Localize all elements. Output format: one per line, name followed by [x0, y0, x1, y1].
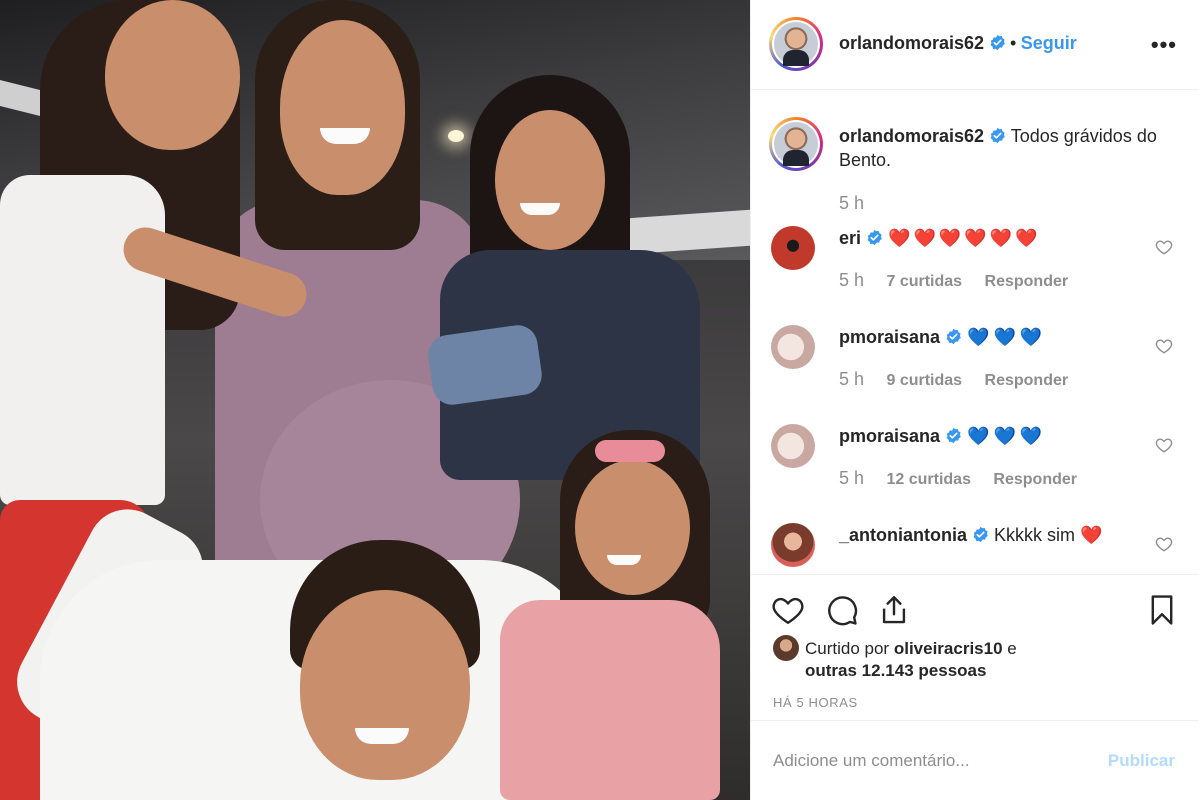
commenter-avatar[interactable]: [771, 523, 815, 567]
photo-figure-face: [575, 460, 690, 595]
comment-like-count[interactable]: 12 curtidas: [886, 471, 970, 488]
verified-badge-icon: [946, 427, 961, 444]
comment-reply-button[interactable]: Responder: [985, 273, 1069, 290]
commenter-avatar[interactable]: [771, 226, 815, 270]
verified-badge-icon: [973, 526, 988, 543]
comment-input[interactable]: Adicione um comentário...: [773, 751, 970, 771]
comment-body: pmoraisana 💙💙💙: [839, 424, 1046, 448]
bookmark-icon[interactable]: [1145, 593, 1179, 627]
caption-row: orlandomorais62 Todos grávidos do Bento.…: [751, 117, 1199, 227]
photo-figure-dress: [500, 600, 720, 800]
verified-badge-icon: [990, 34, 1005, 51]
comment-bubble-icon[interactable]: [825, 593, 859, 627]
photo-figure-smile: [520, 203, 560, 215]
comment-like-heart-icon[interactable]: [1155, 337, 1173, 355]
photo-figure-face: [280, 20, 405, 195]
verified-badge-icon: [990, 127, 1005, 144]
caption-author-username[interactable]: orlandomorais62: [839, 126, 984, 146]
comment-body: _antoniantonia Kkkkk sim ❤️: [839, 523, 1102, 547]
photo-figure-hair-bow: [595, 440, 665, 462]
commenter-username[interactable]: eri: [839, 228, 861, 248]
comment-like-heart-icon[interactable]: [1155, 535, 1173, 553]
comment-timestamp[interactable]: 5 h: [839, 468, 864, 488]
commenter-avatar[interactable]: [771, 325, 815, 369]
header-separator: •: [1009, 33, 1017, 53]
comment-row: _antoniantonia Kkkkk sim ❤️: [751, 523, 1199, 574]
caption-text-block: orlandomorais62 Todos grávidos do Bento.: [839, 124, 1184, 172]
author-avatar[interactable]: [769, 17, 823, 71]
comment-reply-button[interactable]: Responder: [985, 372, 1069, 389]
photo-figure-face: [495, 110, 605, 250]
post-side-panel: orlandomorais62 • Seguir ••• orlandomora…: [750, 0, 1200, 800]
comment-like-heart-icon[interactable]: [1155, 238, 1173, 256]
comment-reply-button[interactable]: Responder: [993, 471, 1077, 488]
caption-meta: 5 h: [839, 193, 864, 214]
comment-timestamp[interactable]: 5 h: [839, 369, 864, 389]
comment-text: ❤️❤️❤️❤️❤️❤️: [888, 228, 1041, 248]
comment-meta: 5 h 7 curtidas Responder: [839, 270, 1068, 291]
caption-author-avatar[interactable]: [769, 117, 823, 171]
photo-figure-face: [300, 590, 470, 780]
post-header: orlandomorais62 • Seguir •••: [751, 0, 1199, 90]
comment-row: pmoraisana 💙💙💙 5 h 9 curtidas Responder: [751, 325, 1199, 415]
liked-by-and: e: [1007, 639, 1017, 658]
photo-ceiling-lamp: [448, 130, 464, 142]
comment-meta: 5 h 9 curtidas Responder: [839, 369, 1068, 390]
post-timestamp[interactable]: HÁ 5 HORAS: [773, 695, 858, 710]
comment-body: pmoraisana 💙💙💙: [839, 325, 1046, 349]
header-author-line: orlandomorais62 • Seguir: [839, 33, 1077, 54]
liked-by-username[interactable]: oliveiracris10: [894, 639, 1003, 658]
author-username[interactable]: orlandomorais62: [839, 33, 984, 53]
photo-figure-top: [0, 175, 165, 505]
comment-like-heart-icon[interactable]: [1155, 436, 1173, 454]
post-actions: Curtido por oliveiracris10 e outras 12.1…: [751, 574, 1199, 720]
like-heart-icon[interactable]: [771, 593, 805, 627]
add-comment-bar: Adicione um comentário... Publicar: [751, 720, 1199, 800]
liked-by-prefix: Curtido por: [805, 639, 890, 658]
caption-timestamp[interactable]: 5 h: [839, 193, 864, 213]
comment-text: Kkkkk sim ❤️: [994, 525, 1103, 545]
comment-like-count[interactable]: 9 curtidas: [886, 372, 962, 389]
commenter-username[interactable]: pmoraisana: [839, 327, 940, 347]
verified-badge-icon: [867, 229, 882, 246]
comment-row: eri ❤️❤️❤️❤️❤️❤️ 5 h 7 curtidas Responde…: [751, 226, 1199, 316]
liked-by-line: Curtido por oliveiracris10 e: [805, 637, 1017, 661]
photo-figure-face: [105, 0, 240, 150]
comment-row: pmoraisana 💙💙💙 5 h 12 curtidas Responder: [751, 424, 1199, 514]
commenter-avatar[interactable]: [771, 424, 815, 468]
commenter-username[interactable]: _antoniantonia: [839, 525, 967, 545]
follow-button[interactable]: Seguir: [1021, 33, 1077, 53]
photo-figure-smile: [607, 555, 641, 565]
comment-like-count[interactable]: 7 curtidas: [886, 273, 962, 290]
likes-count-button[interactable]: outras 12.143 pessoas: [805, 661, 986, 681]
more-options-button[interactable]: •••: [1151, 32, 1177, 58]
comments-list[interactable]: orlandomorais62 Todos grávidos do Bento.…: [751, 91, 1199, 574]
comment-timestamp[interactable]: 5 h: [839, 270, 864, 290]
comment-text: 💙💙💙: [967, 426, 1047, 446]
comment-meta: 5 h 12 curtidas Responder: [839, 468, 1077, 489]
liked-by-avatar[interactable]: [773, 635, 799, 661]
post-photo[interactable]: [0, 0, 750, 800]
commenter-username[interactable]: pmoraisana: [839, 426, 940, 446]
publish-button[interactable]: Publicar: [1108, 751, 1175, 771]
comment-body: eri ❤️❤️❤️❤️❤️❤️: [839, 226, 1041, 250]
photo-figure-smile: [355, 728, 409, 744]
share-upload-icon[interactable]: [877, 593, 911, 627]
comment-text: 💙💙💙: [967, 327, 1047, 347]
verified-badge-icon: [946, 328, 961, 345]
